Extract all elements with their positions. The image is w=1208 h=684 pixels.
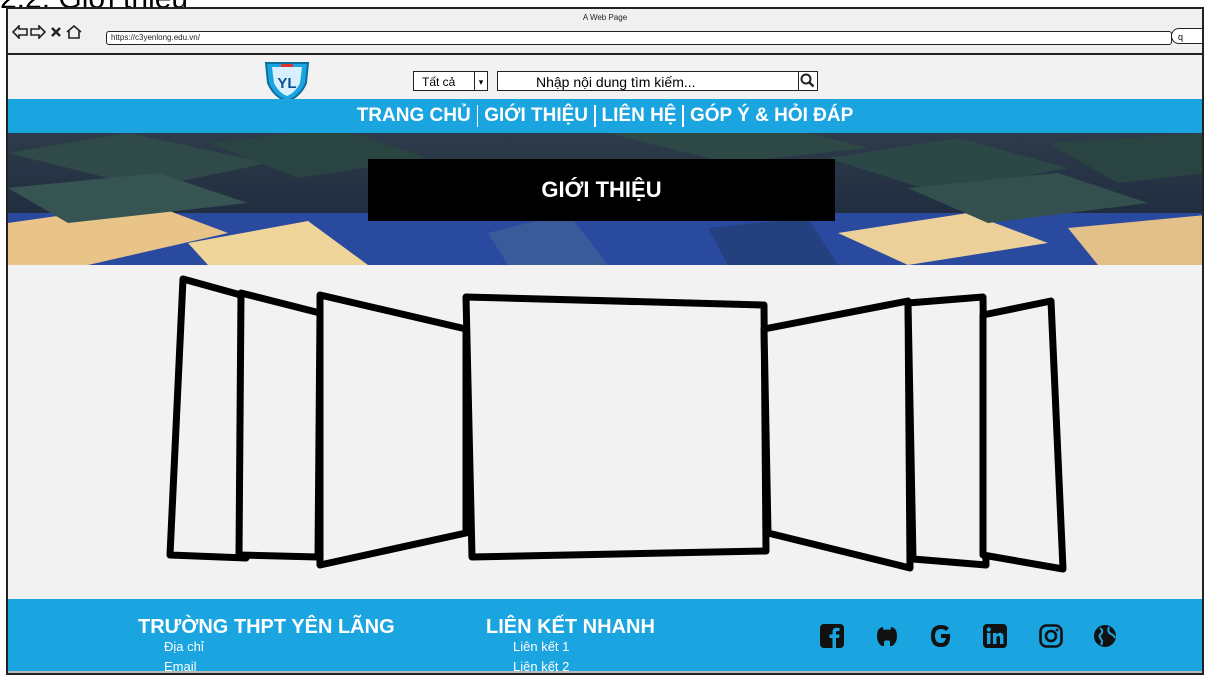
instagram-icon[interactable]	[1038, 623, 1064, 649]
home-icon[interactable]	[66, 24, 82, 40]
category-select[interactable]: Tất cả	[413, 71, 475, 91]
back-icon[interactable]	[12, 24, 28, 40]
globe-icon[interactable]	[1092, 623, 1118, 649]
nav-feedback[interactable]: GÓP Ý & HỎI ĐÁP	[684, 105, 859, 127]
facebook-icon[interactable]	[819, 623, 845, 649]
carousel-slide-right-1	[760, 297, 914, 572]
linkedin-icon[interactable]	[982, 623, 1008, 649]
carousel-slide-center	[462, 293, 770, 561]
main-navbar: TRANG CHỦ GIỚI THIỆU LIÊN HỆ GÓP Ý & HỎI…	[8, 99, 1202, 133]
hero-title: GIỚI THIỆU	[368, 159, 835, 221]
footer-quick-links-title: LIÊN KẾT NHANH	[486, 616, 655, 638]
close-icon[interactable]	[49, 24, 63, 40]
search-input[interactable]: Nhập nội dung tìm kiếm...	[497, 71, 798, 91]
window-bottom-edge	[8, 671, 1202, 673]
hero-banner: GIỚI THIỆU	[8, 133, 1202, 265]
carousel-slide-right-3	[979, 297, 1067, 573]
browser-titlebar: A Web Page https://c3yenlong.edu.vn/ q	[8, 9, 1202, 55]
image-carousel	[8, 265, 1202, 601]
footer-school-name: TRƯỜNG THPT YÊN LÃNG	[138, 616, 395, 638]
browser-search-field[interactable]: q	[1171, 28, 1202, 44]
browser-window: A Web Page https://c3yenlong.edu.vn/ q Y…	[6, 7, 1204, 675]
carousel-slide-left-1	[316, 291, 470, 569]
carousel-slide-right-2	[904, 293, 990, 569]
carousel-slide-left-2	[235, 289, 324, 561]
footer-link-1[interactable]: Liên kết 1	[513, 639, 569, 654]
github-icon[interactable]	[874, 623, 900, 649]
search-button[interactable]	[798, 71, 818, 91]
google-icon[interactable]	[928, 623, 954, 649]
url-bar[interactable]: https://c3yenlong.edu.vn/	[106, 31, 1172, 45]
nav-home[interactable]: TRANG CHỦ	[351, 105, 477, 127]
footer: TRƯỜNG THPT YÊN LÃNG Địa chỉ Email LIÊN …	[8, 599, 1202, 673]
chevron-down-icon[interactable]: ▾	[475, 71, 488, 91]
svg-text:YL: YL	[277, 75, 296, 92]
window-title: A Web Page	[582, 13, 628, 22]
school-logo[interactable]: YL	[260, 61, 314, 103]
forward-icon[interactable]	[30, 24, 46, 40]
search-icon	[800, 73, 815, 88]
nav-contact[interactable]: LIÊN HỆ	[596, 105, 683, 127]
nav-about[interactable]: GIỚI THIỆU	[478, 105, 594, 127]
footer-address-link[interactable]: Địa chỉ	[164, 639, 204, 654]
